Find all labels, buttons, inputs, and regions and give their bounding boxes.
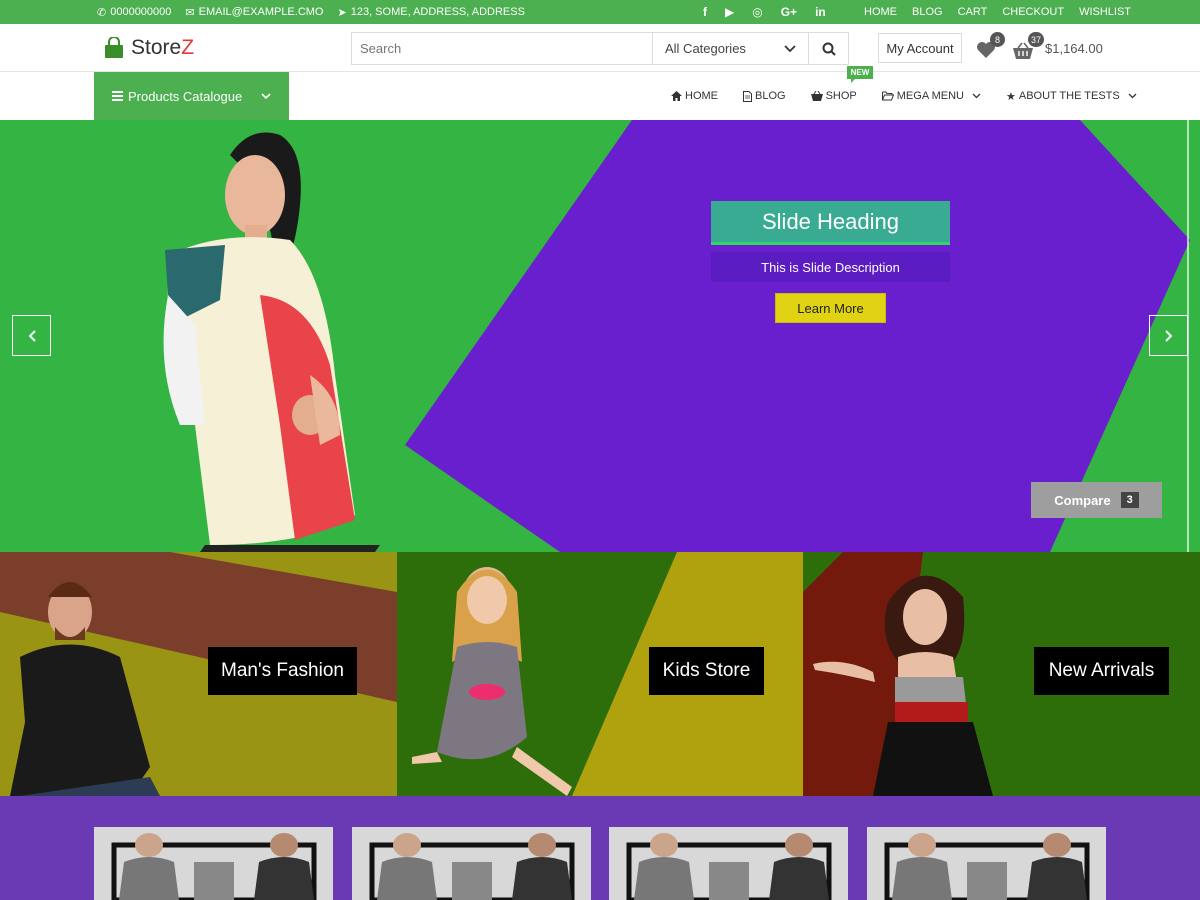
slide-model-image <box>163 132 380 552</box>
chevron-right-icon <box>1164 329 1172 342</box>
folder-open-icon <box>881 91 894 101</box>
logo-text: StoreZ <box>131 36 195 59</box>
featured-thumbnail[interactable] <box>609 827 848 900</box>
products-catalogue-dropdown[interactable]: Products Catalogue <box>94 72 289 120</box>
main-nav: Products Catalogue HOME BLOG SHOP NEW ME… <box>0 66 1200 120</box>
new-badge: NEW <box>846 66 874 83</box>
nav-item-shop[interactable]: SHOP NEW <box>810 66 874 102</box>
hero-slider: Slide Heading This is Slide Description … <box>0 120 1200 552</box>
featured-image <box>867 827 1106 900</box>
slider-prev-button[interactable] <box>12 315 51 356</box>
featured-image <box>352 827 591 900</box>
banner-label: New Arrivals <box>1034 647 1169 695</box>
wishlist-button[interactable]: 8 <box>976 32 1006 61</box>
document-icon <box>743 90 752 102</box>
top-links: HOME BLOG CART CHECKOUT WISHLIST <box>864 0 1131 24</box>
toplink-blog[interactable]: BLOG <box>912 6 943 18</box>
compare-button[interactable]: Compare 3 <box>1031 482 1162 518</box>
cart-count-badge: 37 <box>1028 32 1045 47</box>
contact-phone: ✆ 0000000000 <box>97 6 172 19</box>
bars-icon <box>112 91 123 101</box>
toplink-cart[interactable]: CART <box>958 6 988 18</box>
nav-item-mega-menu[interactable]: MEGA MENU <box>881 90 981 102</box>
instagram-icon[interactable]: ◎ <box>752 5 762 19</box>
banner-mens-fashion[interactable]: Man's Fashion <box>0 552 397 796</box>
featured-thumbnail[interactable] <box>867 827 1106 900</box>
cart-button[interactable]: 37 <box>1012 32 1045 62</box>
slider-next-button[interactable] <box>1149 315 1188 356</box>
chevron-left-icon <box>28 329 36 342</box>
top-bar: ✆ 0000000000 ✉ EMAIL@EXAMPLE.CMO ➤ 123, SOM… <box>0 0 1200 24</box>
nav-item-home[interactable]: HOME <box>671 90 718 102</box>
logo[interactable]: StoreZ <box>103 34 194 62</box>
featured-image <box>609 827 848 900</box>
banner-label: Kids Store <box>649 647 764 695</box>
slide-description: This is Slide Description <box>711 252 950 282</box>
google-plus-icon[interactable]: G+ <box>781 5 797 19</box>
banner-kids-store[interactable]: Kids Store <box>397 552 803 796</box>
search-icon <box>822 42 836 56</box>
category-select[interactable]: All Categories <box>653 33 809 64</box>
category-banners: Man's Fashion Kids Store New Arrivals <box>0 552 1200 796</box>
nav-item-about-the-tests[interactable]: ★ ABOUT THE TESTS <box>1006 90 1137 103</box>
chevron-down-icon <box>1128 93 1137 99</box>
linkedin-icon[interactable]: in <box>815 5 826 19</box>
social-links: f ▶ ◎ G+ in <box>703 0 826 24</box>
chevron-down-icon <box>261 92 271 99</box>
featured-section <box>0 796 1200 900</box>
search-input[interactable] <box>352 33 653 64</box>
cart-total: $1,164.00 <box>1045 41 1103 56</box>
chevron-down-icon <box>972 93 981 99</box>
nav-item-blog[interactable]: BLOG <box>743 90 786 102</box>
youtube-icon[interactable]: ▶ <box>725 5 734 19</box>
compare-count-badge: 3 <box>1120 492 1139 508</box>
shopping-bag-icon <box>105 37 123 58</box>
facebook-icon[interactable]: f <box>703 5 707 19</box>
toplink-wishlist[interactable]: WISHLIST <box>1079 6 1131 18</box>
site-header: StoreZ All Categories My Account 8 37 $1… <box>0 24 1200 72</box>
location-arrow-icon: ➤ <box>337 6 347 19</box>
toplink-checkout[interactable]: CHECKOUT <box>1002 6 1064 18</box>
wishlist-count-badge: 8 <box>990 32 1005 47</box>
featured-thumbnail[interactable] <box>352 827 591 900</box>
contact-info: ✆ 0000000000 ✉ EMAIL@EXAMPLE.CMO ➤ 123, SOM… <box>97 0 525 24</box>
contact-address: ➤ 123, SOME, ADDRESS, ADDRESS <box>337 6 525 19</box>
banner-label: Man's Fashion <box>208 647 357 695</box>
star-icon: ★ <box>1006 90 1016 103</box>
search-bar: All Categories <box>351 32 849 65</box>
search-button[interactable] <box>809 33 848 64</box>
featured-thumbnail[interactable] <box>94 827 333 900</box>
slide-heading: Slide Heading <box>711 201 950 245</box>
my-account-button[interactable]: My Account <box>878 33 962 63</box>
chevron-down-icon <box>784 44 796 52</box>
featured-image <box>94 827 333 900</box>
envelope-icon: ✉ <box>185 6 195 19</box>
basket-icon <box>810 91 823 101</box>
learn-more-button[interactable]: Learn More <box>775 293 886 323</box>
home-icon <box>671 91 682 101</box>
phone-icon: ✆ <box>97 6 107 19</box>
toplink-home[interactable]: HOME <box>864 6 897 18</box>
banner-new-arrivals[interactable]: New Arrivals <box>803 552 1200 796</box>
nav-menu: HOME BLOG SHOP NEW MEGA MENU ★ ABOUT THE… <box>671 66 1137 120</box>
contact-email: ✉ EMAIL@EXAMPLE.CMO <box>185 6 324 19</box>
